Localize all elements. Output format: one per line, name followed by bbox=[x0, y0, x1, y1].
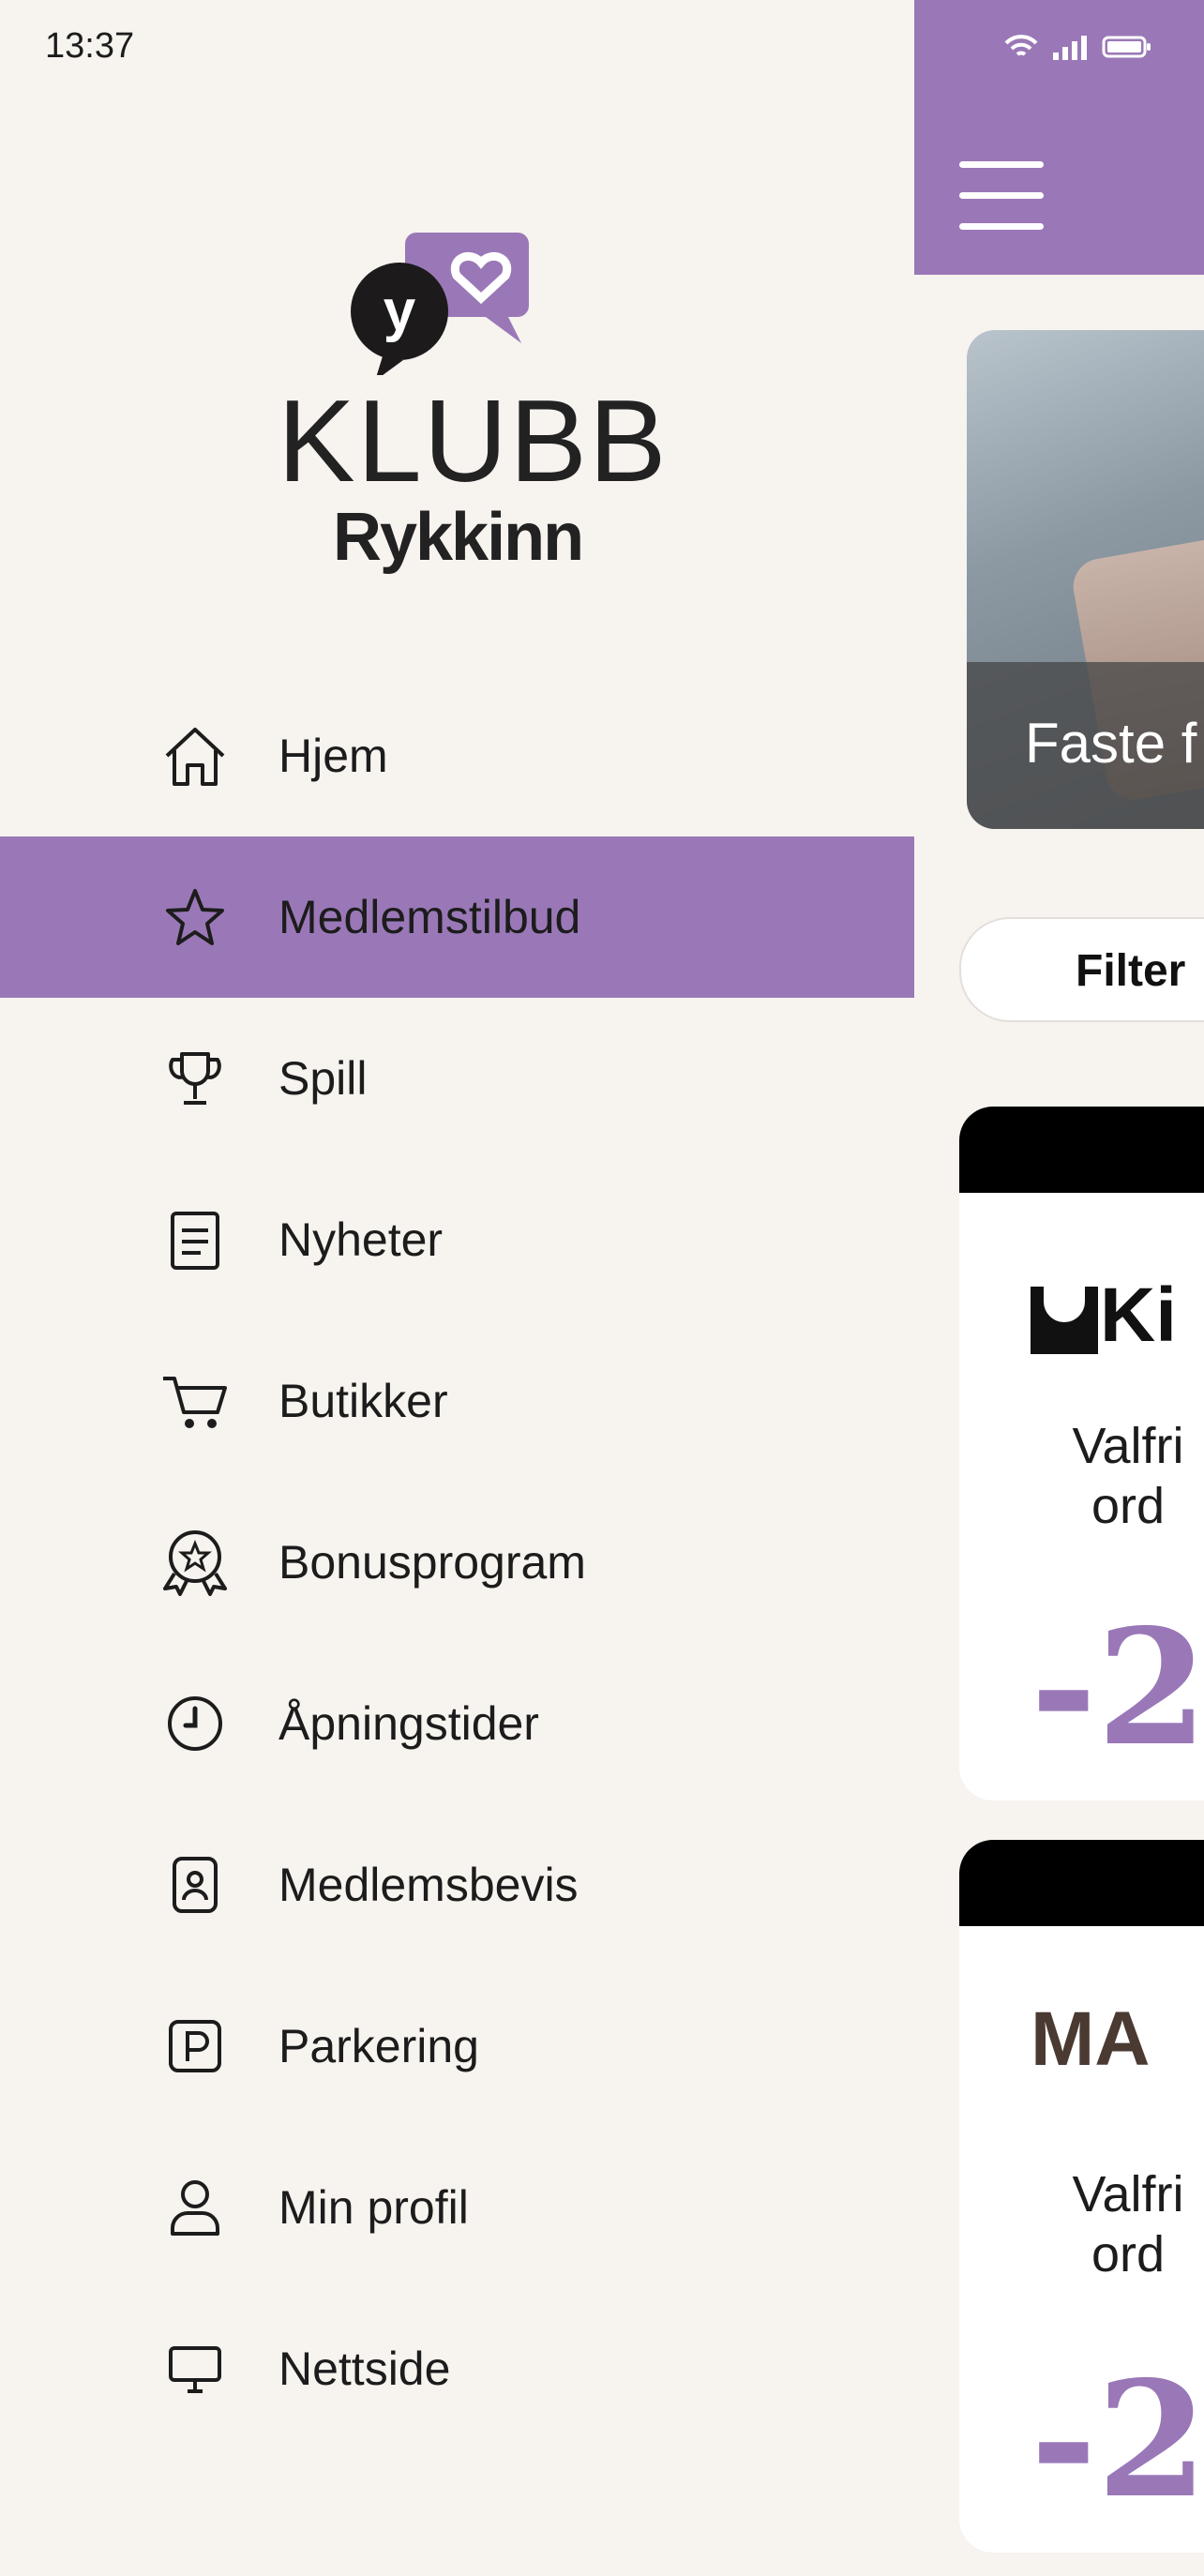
star-icon bbox=[159, 881, 231, 953]
status-icons bbox=[1004, 34, 1152, 65]
menu-item-butikker[interactable]: Butikker bbox=[0, 1320, 914, 1482]
svg-text:y: y bbox=[384, 279, 416, 343]
menu-item-label: Min profil bbox=[278, 2181, 469, 2234]
member-card-icon bbox=[159, 1849, 231, 1921]
trophy-icon bbox=[159, 1043, 231, 1114]
cart-icon bbox=[159, 1365, 231, 1437]
offer-card[interactable]: MA Valfri ord -2 bbox=[959, 1840, 1204, 2553]
card-discount: -2 bbox=[1031, 2346, 1204, 2534]
card-brand: MA bbox=[1031, 1996, 1151, 2082]
card-brand: Ki bbox=[1100, 1273, 1177, 1358]
menu-item-hjem[interactable]: Hjem bbox=[0, 675, 914, 836]
menu-item-medlemstilbud[interactable]: Medlemstilbud bbox=[0, 836, 914, 998]
menu-item-label: Hjem bbox=[278, 730, 388, 782]
brand-logo-icon bbox=[1031, 1287, 1098, 1354]
clock-icon bbox=[159, 1688, 231, 1759]
card-header-bar bbox=[959, 1107, 1204, 1193]
drawer-menu: Hjem Medlemstilbud Spill Nyheter Butikke… bbox=[0, 675, 914, 2449]
card-desc-line-2: ord bbox=[1091, 1478, 1166, 1534]
filter-button[interactable]: Filter bbox=[959, 917, 1204, 1022]
hamburger-menu-icon[interactable] bbox=[959, 161, 1044, 233]
news-icon bbox=[159, 1204, 231, 1275]
menu-item-parkering[interactable]: Parkering bbox=[0, 1966, 914, 2127]
monitor-icon bbox=[159, 2333, 231, 2404]
menu-item-label: Butikker bbox=[278, 1375, 448, 1427]
parking-icon bbox=[159, 2011, 231, 2082]
menu-item-apningstider[interactable]: Åpningstider bbox=[0, 1643, 914, 1804]
logo-brand: Rykkinn bbox=[332, 500, 584, 575]
status-time: 13:37 bbox=[45, 26, 135, 66]
card-desc-line-2: ord bbox=[1091, 2226, 1166, 2282]
hero-banner[interactable]: Faste f bbox=[967, 330, 1204, 829]
wifi-icon bbox=[1004, 34, 1038, 65]
chat-bubbles-logo-icon: y bbox=[351, 233, 529, 375]
menu-item-spill[interactable]: Spill bbox=[0, 998, 914, 1159]
menu-item-label: Medlemsbevis bbox=[278, 1859, 579, 1911]
card-header-bar bbox=[959, 1840, 1204, 1926]
menu-item-label: Nettside bbox=[278, 2343, 451, 2395]
main-content: Faste f Filter Ki Valfri ord -2 MA Valfr… bbox=[914, 0, 1204, 2576]
filter-label: Filter bbox=[1076, 946, 1186, 996]
navigation-drawer: 13:37 y KLUBB Rykkinn Hjem Medlemstilbud bbox=[0, 0, 914, 2576]
menu-item-nettside[interactable]: Nettside bbox=[0, 2288, 914, 2449]
menu-item-label: Parkering bbox=[278, 2020, 479, 2072]
menu-item-medlemsbevis[interactable]: Medlemsbevis bbox=[0, 1804, 914, 1966]
menu-item-label: Spill bbox=[278, 1052, 368, 1105]
card-desc-line-1: Valfri bbox=[1072, 1418, 1184, 1474]
battery-icon bbox=[1102, 34, 1152, 65]
app-header bbox=[914, 0, 1204, 275]
menu-item-label: Åpningstider bbox=[278, 1697, 539, 1750]
menu-item-label: Nyheter bbox=[278, 1213, 444, 1266]
offer-card[interactable]: Ki Valfri ord -2 bbox=[959, 1107, 1204, 1800]
signal-icon bbox=[1051, 34, 1089, 65]
user-icon bbox=[159, 2172, 231, 2243]
badge-icon bbox=[159, 1527, 231, 1598]
hero-title: Faste f bbox=[1025, 712, 1197, 775]
menu-item-label: Bonusprogram bbox=[278, 1536, 586, 1589]
menu-item-min-profil[interactable]: Min profil bbox=[0, 2127, 914, 2288]
menu-item-bonusprogram[interactable]: Bonusprogram bbox=[0, 1482, 914, 1643]
menu-item-nyheter[interactable]: Nyheter bbox=[0, 1159, 914, 1320]
card-discount: -2 bbox=[1031, 1594, 1204, 1782]
menu-item-label: Medlemstilbud bbox=[278, 891, 581, 943]
logo-word: KLUBB bbox=[278, 377, 669, 506]
card-desc-line-1: Valfri bbox=[1072, 2166, 1184, 2222]
home-icon bbox=[159, 720, 231, 791]
